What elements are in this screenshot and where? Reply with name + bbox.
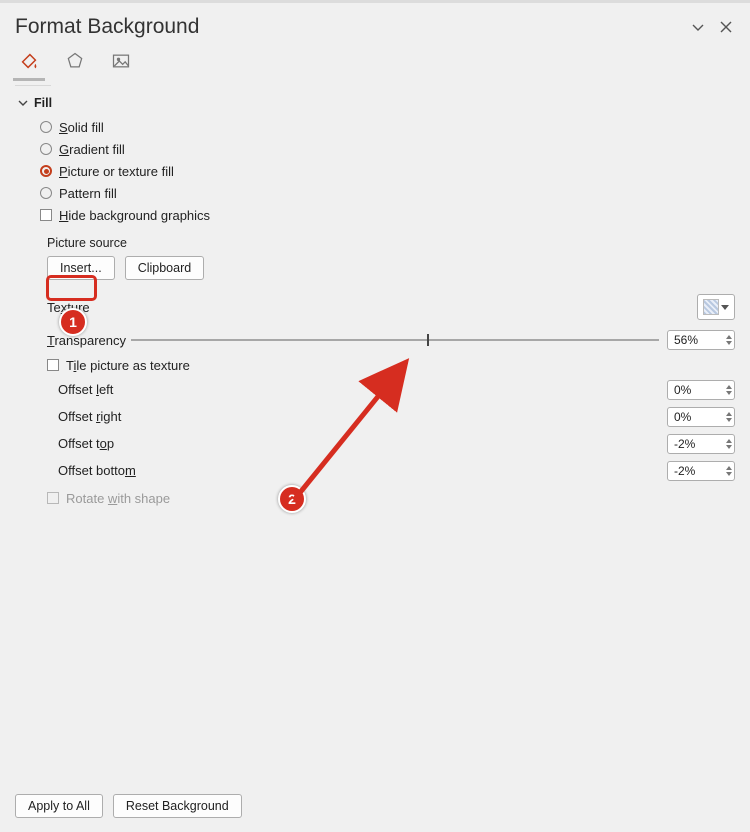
transparency-slider[interactable]: [131, 331, 659, 349]
offset-right-spinner[interactable]: 0%: [667, 407, 735, 427]
check-rotate-with-shape: Rotate with shape: [40, 484, 735, 506]
insert-button[interactable]: Insert...: [47, 256, 115, 280]
chevron-down-icon: [721, 305, 729, 310]
picture-source-label: Picture source: [40, 226, 735, 256]
tab-picture[interactable]: [107, 47, 135, 75]
offset-right-label: Offset right: [58, 409, 667, 424]
check-tile-picture[interactable]: Tile picture as texture: [40, 350, 735, 372]
section-fill-label: Fill: [34, 96, 52, 110]
offset-top-label: Offset top: [58, 436, 667, 451]
texture-swatch-icon: [703, 299, 719, 315]
offset-left-spinner[interactable]: 0%: [667, 380, 735, 400]
section-fill-header[interactable]: Fill: [0, 86, 750, 116]
spinner-down-icon[interactable]: [726, 341, 732, 345]
radio-picture-texture-fill[interactable]: Picture or texture fill: [40, 160, 735, 182]
check-hide-background[interactable]: Hide background graphics: [40, 204, 735, 226]
spinner-up-icon[interactable]: [726, 335, 732, 339]
collapse-button[interactable]: [689, 18, 707, 36]
texture-label: Texture: [47, 300, 697, 315]
transparency-label: Transparency: [47, 333, 123, 348]
radio-pattern-fill[interactable]: Pattern fill: [40, 182, 735, 204]
radio-gradient-fill[interactable]: Gradient fill: [40, 138, 735, 160]
clipboard-button[interactable]: Clipboard: [125, 256, 205, 280]
radio-solid-fill[interactable]: Solid fill: [40, 116, 735, 138]
tab-effects[interactable]: [61, 47, 89, 75]
offset-bottom-label: Offset bottom: [58, 463, 667, 478]
transparency-spinner[interactable]: 56%: [667, 330, 735, 350]
offset-bottom-spinner[interactable]: -2%: [667, 461, 735, 481]
pane-title: Format Background: [15, 15, 679, 39]
offset-top-spinner[interactable]: -2%: [667, 434, 735, 454]
offset-left-label: Offset left: [58, 382, 667, 397]
texture-picker[interactable]: [697, 294, 735, 320]
tab-fill[interactable]: [15, 47, 43, 75]
apply-to-all-button[interactable]: Apply to All: [15, 794, 103, 818]
close-button[interactable]: [717, 18, 735, 36]
reset-background-button[interactable]: Reset Background: [113, 794, 242, 818]
